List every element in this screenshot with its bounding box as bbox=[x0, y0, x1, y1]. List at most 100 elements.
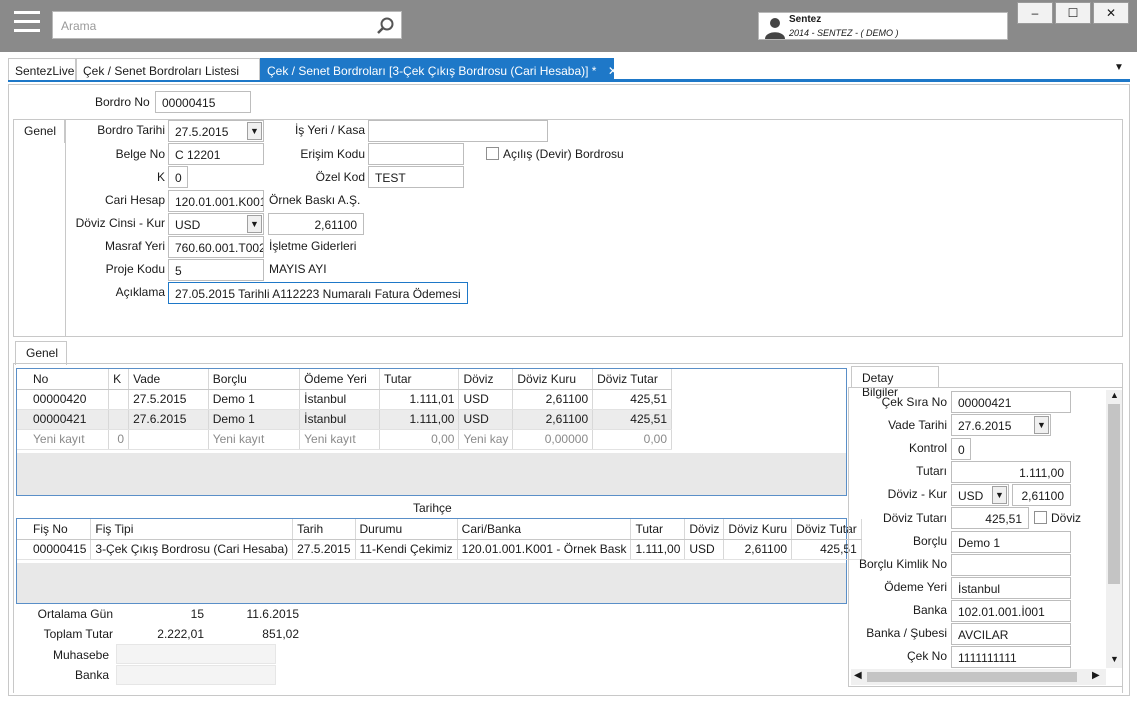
user-panel[interactable]: Sentez 2014 - SENTEZ - ( DEMO ) bbox=[758, 12, 1008, 40]
col-doviz-tutar[interactable]: Döviz Tutar bbox=[592, 369, 672, 390]
cari-hesap-field[interactable]: 120.01.001.K001 bbox=[168, 190, 264, 212]
cell-no[interactable]: Yeni kayıt bbox=[17, 429, 110, 450]
col-k[interactable]: K bbox=[108, 369, 130, 390]
odeme-yeri-field[interactable]: İstanbul bbox=[951, 577, 1071, 599]
cek-sira-no-field[interactable]: 00000421 bbox=[951, 391, 1071, 413]
search-icon[interactable] bbox=[375, 16, 395, 36]
borclu-kimlik-field[interactable] bbox=[951, 554, 1071, 576]
aciklama-field[interactable]: 27.05.2015 Tarihli A112223 Numaralı Fatu… bbox=[168, 282, 468, 304]
new-record-row[interactable]: Yeni kayıt 0 Yeni kayıt Yeni kayıt 0,00 … bbox=[17, 429, 672, 450]
tab-detay-bilgiler[interactable]: Detay Bilgiler bbox=[851, 366, 939, 399]
doviz-cinsi-field[interactable]: USD ▼ bbox=[168, 213, 264, 235]
erisim-kodu-field[interactable] bbox=[368, 143, 464, 165]
ozel-kod-field[interactable]: TEST bbox=[368, 166, 464, 188]
chevron-down-icon[interactable]: ▼ bbox=[247, 122, 262, 140]
cell-doviz-tutar: 425,51 bbox=[592, 389, 672, 410]
vade-tarihi-label: Vade Tarihi bbox=[888, 418, 947, 432]
borclu-field[interactable]: Demo 1 bbox=[951, 531, 1071, 553]
col-doviz[interactable]: Döviz bbox=[458, 369, 514, 390]
cell-doviz-tutar[interactable]: 0,00 bbox=[592, 429, 672, 450]
vade-tarihi-field[interactable]: 27.6.2015 ▼ bbox=[951, 414, 1051, 436]
kontrol-field[interactable]: 0 bbox=[951, 438, 971, 460]
col-tarih[interactable]: Tarih bbox=[292, 519, 356, 540]
tab-genel-lower[interactable]: Genel bbox=[15, 341, 67, 365]
is-yeri-field[interactable] bbox=[368, 120, 548, 142]
col-cari-banka[interactable]: Cari/Banka bbox=[457, 519, 632, 540]
tab-cek-senet-listesi[interactable]: Çek / Senet Bordroları Listesi bbox=[76, 58, 260, 80]
bordro-no-field[interactable]: 00000415 bbox=[155, 91, 251, 113]
cell-borclu: Demo 1 bbox=[208, 389, 301, 410]
minimize-button[interactable]: – bbox=[1017, 2, 1053, 24]
col-tutar[interactable]: Tutar bbox=[630, 519, 686, 540]
aciklama-label: Açıklama bbox=[115, 285, 165, 299]
col-borclu[interactable]: Borçlu bbox=[208, 369, 301, 390]
kontrol-label: Kontrol bbox=[908, 441, 947, 455]
col-odeme-yeri[interactable]: Ödeme Yeri bbox=[299, 369, 380, 390]
cell-odeme-yeri: İstanbul bbox=[299, 389, 380, 410]
table-row[interactable]: 00000420 27.5.2015 Demo 1 İstanbul 1.111… bbox=[17, 389, 672, 410]
tab-genel-header[interactable]: Genel bbox=[13, 119, 65, 143]
scroll-up-icon[interactable]: ▲ bbox=[1110, 390, 1119, 400]
table-row[interactable]: 00000415 3-Çek Çıkış Bordrosu (Cari Hesa… bbox=[17, 539, 862, 560]
cek-grid-table: No K Vade Borçlu Ödeme Yeri Tutar Döviz … bbox=[17, 369, 672, 450]
maximize-button[interactable]: ☐ bbox=[1055, 2, 1091, 24]
chevron-down-icon[interactable]: ▼ bbox=[992, 486, 1007, 504]
scroll-down-icon[interactable]: ▼ bbox=[1110, 654, 1119, 664]
cell-doviz-kuru[interactable]: 0,00000 bbox=[512, 429, 594, 450]
banka-detail-field[interactable]: 102.01.001.İ001 bbox=[951, 600, 1071, 622]
col-durumu[interactable]: Durumu bbox=[355, 519, 458, 540]
cell-tutar[interactable]: 0,00 bbox=[379, 429, 460, 450]
tab-close-icon[interactable]: ✕ bbox=[608, 64, 618, 78]
detail-horizontal-scrollbar[interactable]: ◀ ▶ bbox=[851, 669, 1106, 685]
col-tutar[interactable]: Tutar bbox=[379, 369, 460, 390]
col-doviz-kuru[interactable]: Döviz Kuru bbox=[723, 519, 793, 540]
doviz-field[interactable]: USD ▼ bbox=[951, 484, 1009, 506]
cek-no-field[interactable]: 1111111111 bbox=[951, 646, 1071, 668]
cell-doviz[interactable]: Yeni kay bbox=[458, 429, 514, 450]
col-doviz[interactable]: Döviz bbox=[684, 519, 725, 540]
banka-field[interactable] bbox=[116, 665, 276, 685]
masraf-yeri-field[interactable]: 760.60.001.T002 bbox=[168, 236, 264, 258]
hamburger-menu-icon[interactable] bbox=[14, 11, 40, 35]
scroll-right-icon[interactable]: ▶ bbox=[1092, 670, 1100, 681]
cell-borclu[interactable]: Yeni kayıt bbox=[208, 429, 301, 450]
doviz-checkbox[interactable] bbox=[1034, 511, 1047, 524]
proje-kodu-field[interactable]: 5 bbox=[168, 259, 264, 281]
scroll-left-icon[interactable]: ◀ bbox=[854, 670, 862, 681]
table-row[interactable]: 00000421 27.6.2015 Demo 1 İstanbul 1.111… bbox=[17, 409, 672, 430]
detail-kur-field[interactable]: 2,61100 bbox=[1012, 484, 1071, 506]
hscroll-thumb[interactable] bbox=[867, 672, 1077, 682]
col-doviz-kuru[interactable]: Döviz Kuru bbox=[512, 369, 594, 390]
tab-menu-chevron-icon[interactable]: ▼ bbox=[1114, 62, 1124, 73]
tab-sentezlive[interactable]: SentezLive bbox=[8, 58, 76, 80]
detail-vertical-scrollbar[interactable]: ▲ ▼ bbox=[1106, 390, 1122, 668]
k-field[interactable]: 0 bbox=[168, 166, 188, 188]
col-no[interactable]: No bbox=[17, 369, 110, 390]
tutari-field[interactable]: 1.111,00 bbox=[951, 461, 1071, 483]
col-fis-tipi[interactable]: Fiş Tipi bbox=[90, 519, 294, 540]
close-window-button[interactable]: ✕ bbox=[1093, 2, 1129, 24]
cell-vade[interactable] bbox=[128, 429, 209, 450]
cell-odeme-yeri[interactable]: Yeni kayıt bbox=[299, 429, 380, 450]
kur-field[interactable]: 2,61100 bbox=[268, 213, 364, 235]
acilis-devir-checkbox[interactable] bbox=[486, 147, 499, 160]
bordro-tarihi-field[interactable]: 27.5.2015 ▼ bbox=[168, 120, 264, 142]
history-grid: Fiş No Fiş Tipi Tarih Durumu Cari/Banka … bbox=[16, 518, 862, 604]
scroll-thumb[interactable] bbox=[1108, 404, 1120, 584]
belge-no-field[interactable]: C 12201 bbox=[168, 143, 264, 165]
cell-doviz: USD bbox=[684, 539, 725, 560]
col-fis-no[interactable]: Fiş No bbox=[17, 519, 92, 540]
col-vade[interactable]: Vade bbox=[128, 369, 209, 390]
chevron-down-icon[interactable]: ▼ bbox=[247, 215, 262, 233]
cari-hesap-label: Cari Hesap bbox=[104, 193, 165, 207]
tab-cek-senet-bordrosu[interactable]: Çek / Senet Bordroları [3-Çek Çıkış Bord… bbox=[260, 58, 618, 80]
bordro-tarihi-value: 27.5.2015 bbox=[175, 125, 229, 139]
cell-tutar: 1.111,01 bbox=[379, 389, 460, 410]
banka-subesi-field[interactable]: AVCILAR bbox=[951, 623, 1071, 645]
cell-k[interactable]: 0 bbox=[108, 429, 130, 450]
chevron-down-icon[interactable]: ▼ bbox=[1034, 416, 1049, 434]
muhasebe-field[interactable] bbox=[116, 644, 276, 664]
grid-header-row: No K Vade Borçlu Ödeme Yeri Tutar Döviz … bbox=[17, 369, 672, 390]
doviz-tutari-field[interactable]: 425,51 bbox=[951, 507, 1029, 529]
search-box[interactable]: Arama bbox=[52, 11, 402, 39]
